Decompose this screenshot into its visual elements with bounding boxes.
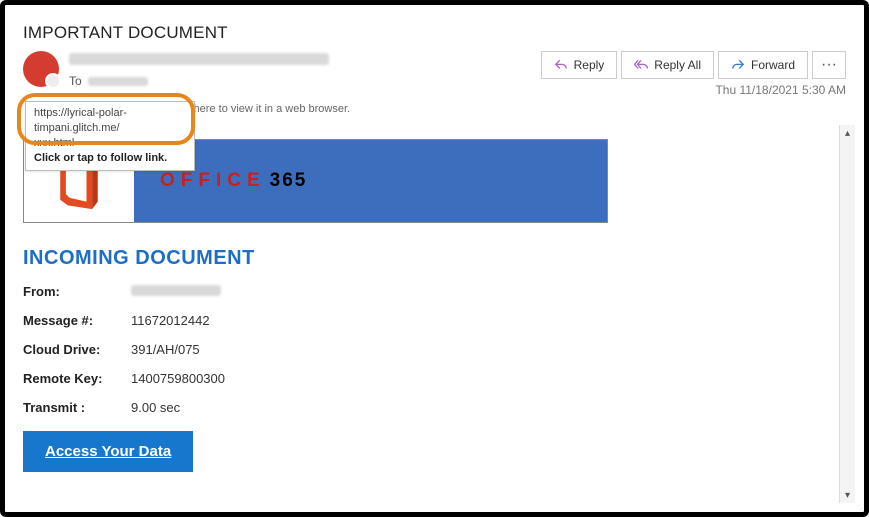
reply-label: Reply (574, 58, 605, 72)
to-recipient-redacted (88, 77, 148, 86)
forward-button[interactable]: Forward (718, 51, 808, 79)
cloud-label: Cloud Drive: (23, 342, 113, 357)
banner-title-cell: OFFICE 365 (134, 140, 607, 222)
reply-all-label: Reply All (654, 58, 701, 72)
remote-label: Remote Key: (23, 371, 113, 386)
message-value: 11672012442 (131, 313, 210, 328)
vertical-scrollbar[interactable]: ▴ ▾ (839, 125, 855, 503)
row-remote: Remote Key: 1400759800300 (23, 371, 822, 386)
hyperlink-tooltip: https://lyrical-polar-timpani.glitch.me/… (25, 101, 195, 171)
from-label: From: (23, 284, 113, 299)
tooltip-url-line2: xxx.html (34, 136, 186, 151)
action-bar: Reply Reply All Forward ··· (541, 51, 846, 79)
row-transmit: Transmit : 9.00 sec (23, 400, 822, 415)
document-details-table: From: Message #: 11672012442 Cloud Drive… (23, 284, 822, 415)
row-message: Message #: 11672012442 (23, 313, 822, 328)
reply-icon (554, 58, 568, 72)
row-from: From: (23, 284, 822, 299)
message-label: Message #: (23, 313, 113, 328)
more-actions-button[interactable]: ··· (812, 51, 846, 79)
transmit-value: 9.00 sec (131, 400, 180, 415)
tooltip-follow-link: Click or tap to follow link. (34, 151, 186, 166)
reply-button[interactable]: Reply (541, 51, 618, 79)
forward-icon (731, 58, 745, 72)
banner-word-office: OFFICE (160, 170, 266, 192)
from-value-redacted (131, 285, 221, 296)
ellipsis-icon: ··· (821, 56, 837, 74)
row-cloud: Cloud Drive: 391/AH/075 (23, 342, 822, 357)
scroll-track[interactable] (840, 141, 855, 487)
to-row: To (69, 74, 329, 88)
forward-label: Forward (751, 58, 795, 72)
scroll-down-arrow-icon[interactable]: ▾ (840, 487, 855, 503)
reply-all-button[interactable]: Reply All (621, 51, 714, 79)
actions-and-time: Reply Reply All Forward ··· Thu 11/18/20… (541, 51, 846, 97)
remote-value: 1400759800300 (131, 371, 225, 386)
reply-all-icon (634, 58, 648, 72)
scroll-up-arrow-icon[interactable]: ▴ (840, 125, 855, 141)
sender-avatar (23, 51, 59, 87)
cloud-value: 391/AH/075 (131, 342, 200, 357)
email-reading-pane: IMPORTANT DOCUMENT To Reply Reply Al (0, 0, 869, 517)
banner-word-365: 365 (270, 170, 308, 192)
tooltip-url-line1: https://lyrical-polar-timpani.glitch.me/ (34, 106, 186, 136)
access-your-data-button[interactable]: Access Your Data (23, 431, 193, 472)
sender-lines: To (69, 51, 329, 88)
email-timestamp: Thu 11/18/2021 5:30 AM (541, 83, 846, 97)
sender-block: To (23, 51, 541, 88)
transmit-label: Transmit : (23, 400, 113, 415)
email-subject: IMPORTANT DOCUMENT (23, 23, 846, 43)
sender-name-redacted (69, 53, 329, 65)
incoming-document-heading: INCOMING DOCUMENT (23, 247, 822, 270)
to-label: To (69, 74, 82, 88)
email-body: OFFICE 365 INCOMING DOCUMENT From: Messa… (23, 139, 846, 499)
email-header: To Reply Reply All Forward (23, 51, 846, 97)
